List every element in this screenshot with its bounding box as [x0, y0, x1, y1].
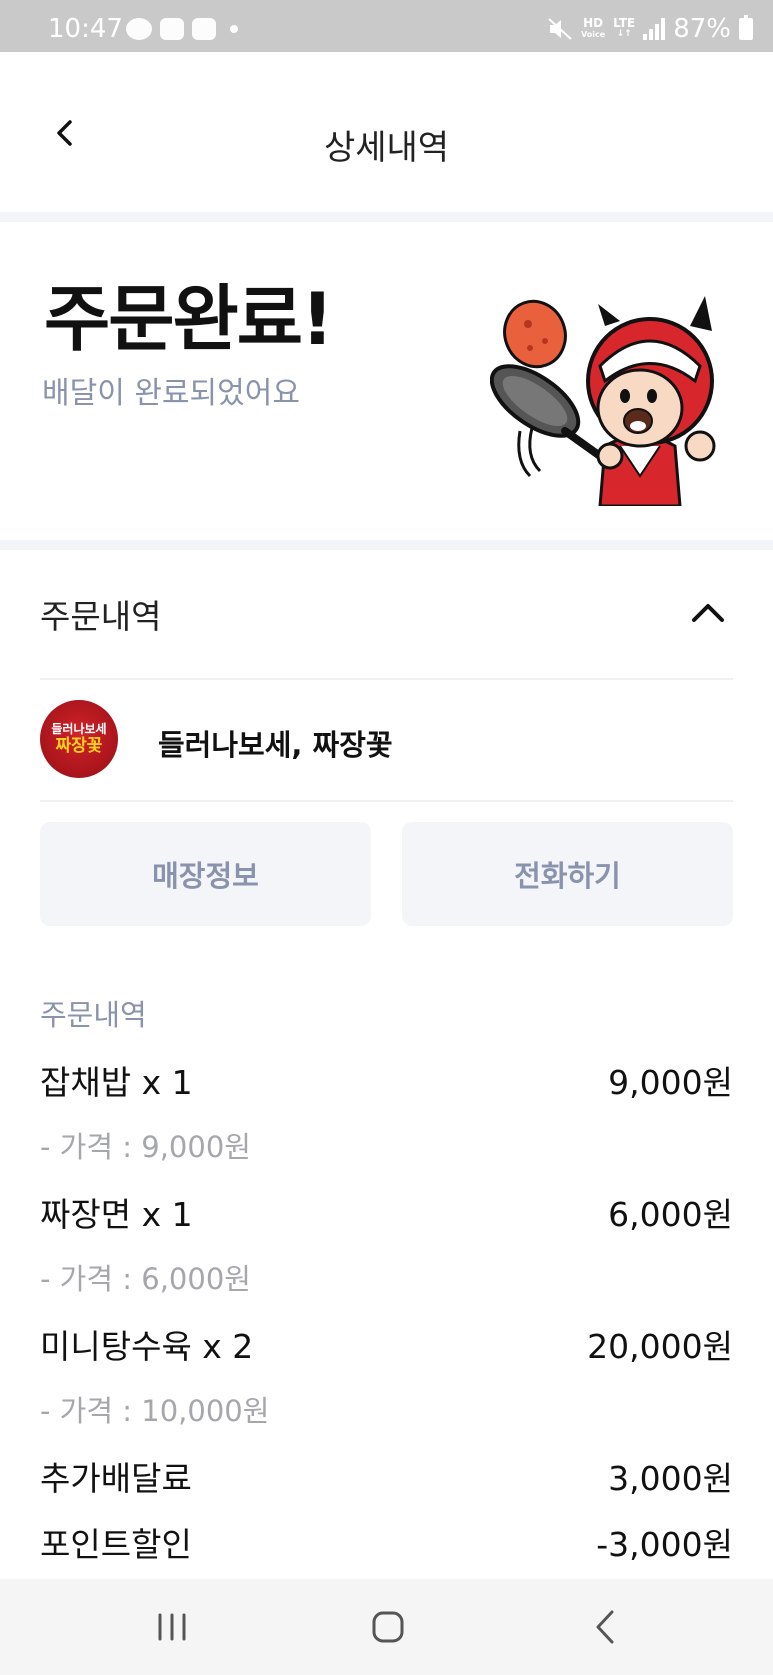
battery-percent: 87% — [673, 14, 731, 44]
item-name: 잡채밥 x 1 — [40, 1063, 193, 1102]
recent-apps-button[interactable] — [152, 1607, 192, 1647]
order-item-row: 미니탕수육 x 2 20,000원 — [40, 1320, 733, 1366]
status-time: 10:47 — [48, 14, 123, 44]
more-notifications-icon — [230, 25, 238, 33]
order-complete-title: 주문완료! — [44, 277, 334, 361]
order-item-row: 짜장면 x 1 6,000원 — [40, 1188, 733, 1234]
hd-label: HD — [583, 16, 604, 30]
delivery-fee-row: 추가배달료 3,000원 — [40, 1452, 733, 1498]
discount-price: -3,000원 — [596, 1525, 733, 1564]
section-divider — [0, 540, 773, 550]
lte-label: LTE — [613, 16, 636, 30]
store-info-button[interactable]: 매장정보 — [40, 822, 371, 926]
notification-icons — [126, 18, 238, 40]
item-detail: - 가격 : 10,000원 — [40, 1394, 270, 1428]
delivery-status-text: 배달이 완료되었어요 — [42, 376, 300, 411]
item-price: 9,000원 — [608, 1063, 733, 1102]
nav-back-button[interactable] — [586, 1607, 626, 1647]
home-button[interactable] — [368, 1607, 408, 1647]
call-button[interactable]: 전화하기 — [402, 822, 733, 926]
item-name: 미니탕수육 x 2 — [40, 1327, 254, 1366]
page-title: 상세내역 — [323, 128, 450, 168]
logo-main-text: 짜장꽃 — [55, 736, 103, 756]
item-detail: - 가격 : 9,000원 — [40, 1130, 251, 1164]
status-right: HD Voice LTE ↓↑ 87% — [547, 14, 753, 44]
order-section-title: 주문내역 — [40, 597, 162, 636]
fee-name: 추가배달료 — [40, 1459, 192, 1498]
store-name: 들러나보세, 짜장꽃 — [158, 728, 393, 762]
fee-price: 3,000원 — [608, 1459, 733, 1498]
item-price: 6,000원 — [608, 1195, 733, 1234]
logo-top-text: 들러나보세 — [51, 722, 107, 736]
talk-icon — [126, 18, 152, 40]
battery-icon — [739, 15, 753, 40]
item-detail: - 가격 : 6,000원 — [40, 1262, 251, 1296]
chat-icon — [160, 18, 184, 40]
voice-label: Voice — [580, 30, 606, 39]
app-icon — [192, 18, 216, 40]
chef-mascot-icon — [490, 296, 716, 506]
divider-line — [40, 678, 733, 680]
item-price: 20,000원 — [587, 1327, 733, 1366]
item-name: 짜장면 x 1 — [40, 1195, 193, 1234]
store-logo: 들러나보세 짜장꽃 — [40, 700, 118, 778]
chevron-up-icon[interactable] — [690, 598, 726, 626]
section-divider — [0, 212, 773, 222]
lte-icon: LTE ↓↑ — [613, 16, 636, 39]
system-nav-bar — [0, 1579, 773, 1675]
discount-name: 포인트할인 — [40, 1525, 192, 1564]
items-label: 주문내역 — [40, 998, 147, 1032]
divider-line — [40, 800, 733, 802]
signal-icon — [643, 18, 666, 40]
order-item-row: 잡채밥 x 1 9,000원 — [40, 1056, 733, 1102]
point-discount-row: 포인트할인 -3,000원 — [40, 1518, 733, 1564]
status-bar: 10:47 HD Voice LTE ↓↑ 87% — [0, 0, 773, 52]
header: 상세내역 — [0, 52, 773, 212]
mute-icon — [548, 18, 572, 40]
hd-voice-icon: HD Voice — [580, 16, 606, 40]
